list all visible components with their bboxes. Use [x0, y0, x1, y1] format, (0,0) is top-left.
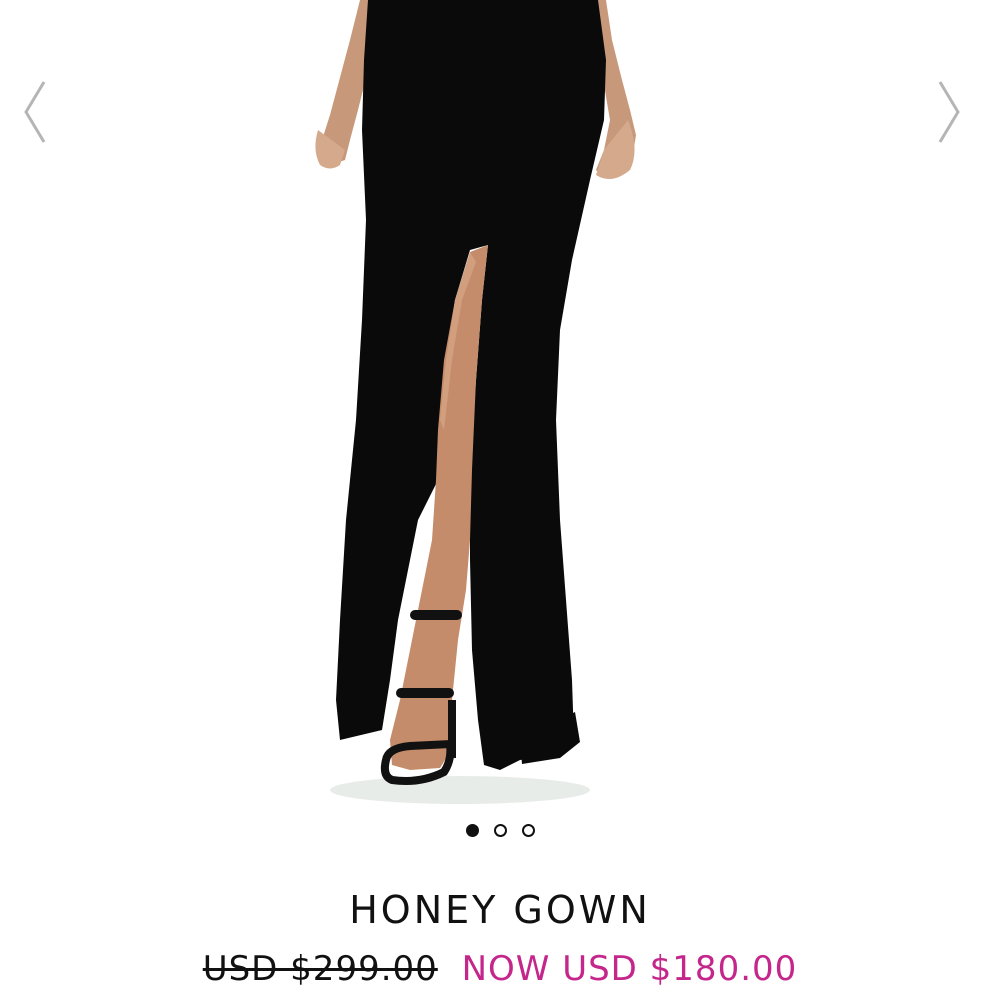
- carousel-dot-1[interactable]: [465, 823, 479, 837]
- carousel-prev-button[interactable]: [18, 72, 58, 152]
- chevron-left-icon: [24, 81, 46, 143]
- product-image: [315, 0, 636, 804]
- price-row: USD $299.00 NOW USD $180.00: [0, 946, 1000, 992]
- original-price: USD $299.00: [202, 949, 438, 989]
- carousel-dot-2[interactable]: [493, 823, 507, 837]
- chevron-right-icon: [938, 81, 960, 143]
- carousel-pagination: [0, 820, 1000, 840]
- product-title: HONEY GOWN: [349, 888, 651, 932]
- carousel-next-button[interactable]: [926, 72, 966, 152]
- product-image-carousel[interactable]: [0, 0, 1000, 810]
- carousel-dot-3[interactable]: [521, 823, 535, 837]
- sale-price: NOW USD $180.00: [461, 949, 798, 989]
- product-page: HONEY GOWN USD $299.00 NOW USD $180.00: [0, 0, 1000, 1000]
